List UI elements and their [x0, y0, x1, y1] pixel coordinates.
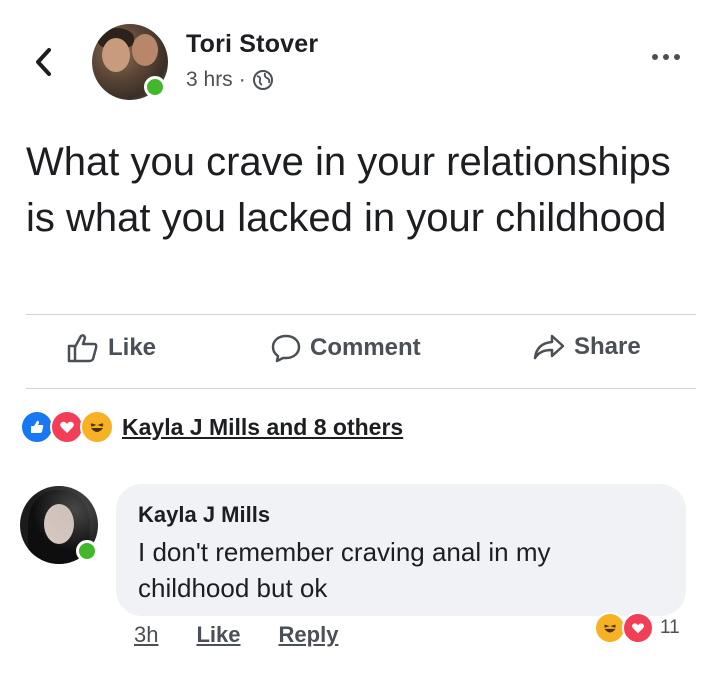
love-reaction-icon: [50, 410, 84, 444]
chevron-left-icon: [36, 48, 51, 76]
meta-separator: ·: [238, 68, 246, 91]
comment-time[interactable]: 3h: [134, 622, 158, 648]
share-arrow-icon: [533, 334, 565, 360]
haha-reaction-icon: [80, 410, 114, 444]
commenter-avatar[interactable]: [20, 486, 98, 564]
globe-icon: [252, 70, 273, 90]
commenter-online-dot: [76, 540, 98, 562]
like-label: Like: [108, 334, 157, 361]
more-dot-icon: [652, 54, 658, 60]
comment-bubble-icon: [271, 334, 301, 363]
comment-bubble: Kayla J Mills I don't remember craving a…: [116, 484, 686, 616]
author-avatar[interactable]: [92, 24, 168, 100]
comment-actions: 3h Like Reply: [134, 622, 338, 648]
post-text: What you crave in your relationships is …: [26, 140, 671, 240]
back-button[interactable]: [28, 44, 58, 80]
comment-text: I don't remember craving anal in my chil…: [138, 537, 551, 603]
reaction-summary[interactable]: Kayla J Mills and 8 others: [20, 410, 403, 444]
post-meta: 3 hrs ·: [186, 68, 274, 92]
divider-bottom: [26, 388, 696, 389]
reaction-summary-text[interactable]: Kayla J Mills and 8 others: [122, 414, 403, 441]
comment-label: Comment: [310, 334, 421, 361]
post-actions-bar: Like Comment Share: [0, 316, 720, 388]
comment-author-name[interactable]: Kayla J Mills: [138, 502, 270, 528]
like-button[interactable]: Like: [66, 332, 156, 364]
more-dot-icon: [663, 54, 669, 60]
more-dot-icon: [674, 54, 680, 60]
comment-button[interactable]: Comment: [270, 332, 421, 364]
online-status-dot: [144, 76, 166, 98]
comment-reactions[interactable]: 11: [594, 612, 680, 644]
like-reaction-icon: [20, 410, 54, 444]
love-reaction-icon: [622, 612, 654, 644]
divider-top: [26, 314, 696, 315]
comment-reaction-count: 11: [660, 617, 680, 638]
comment-reply-button[interactable]: Reply: [279, 622, 339, 648]
share-button[interactable]: Share: [532, 332, 641, 362]
share-label: Share: [574, 333, 641, 360]
post-header: Tori Stover 3 hrs ·: [0, 0, 720, 110]
post-author-name[interactable]: Tori Stover: [186, 30, 318, 59]
more-options-button[interactable]: [652, 54, 680, 60]
thumbs-up-icon: [67, 334, 98, 363]
post-time[interactable]: 3 hrs: [186, 68, 233, 92]
comment-like-button[interactable]: Like: [196, 622, 240, 648]
